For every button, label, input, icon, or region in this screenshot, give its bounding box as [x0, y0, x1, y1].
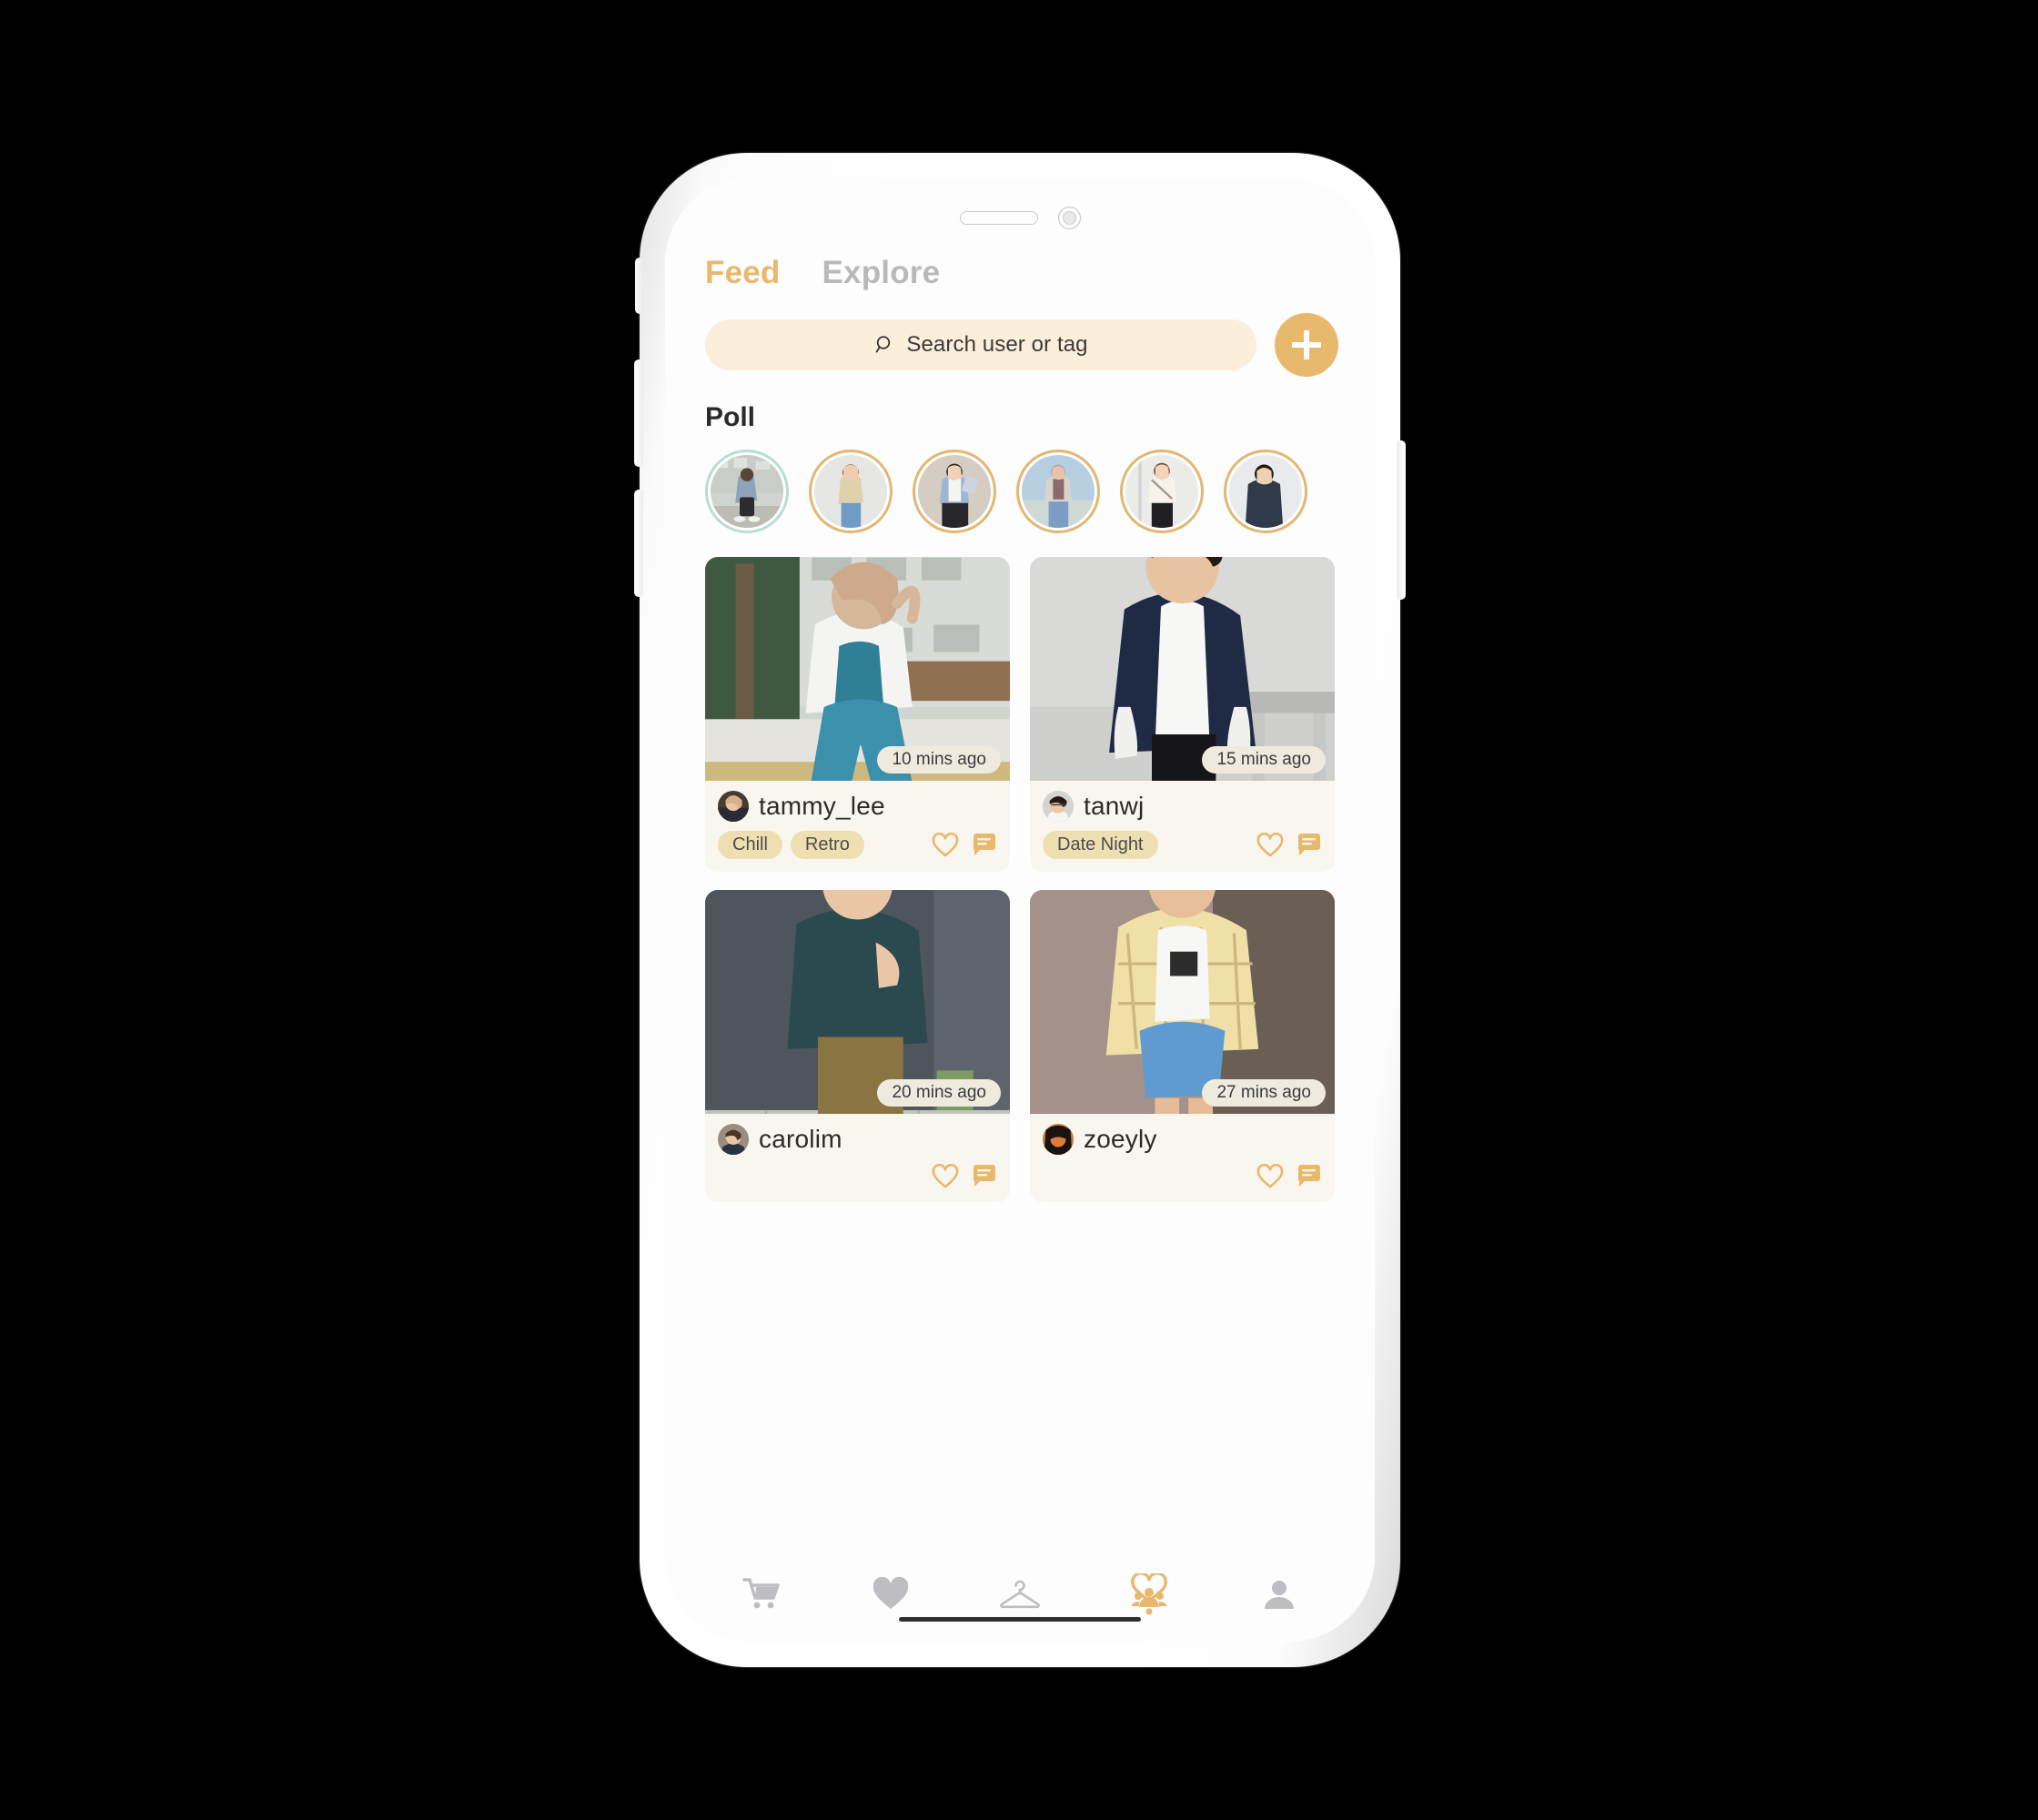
post-username: carolim	[759, 1125, 842, 1153]
nav-item-wardrobe[interactable]	[989, 1568, 1051, 1621]
post-timestamp: 10 mins ago	[877, 746, 1001, 774]
post-actions	[1256, 1164, 1322, 1189]
post-author[interactable]: zoeyly	[1030, 1114, 1335, 1155]
front-camera-icon	[1057, 206, 1081, 229]
search-placeholder-text: Search user or tag	[906, 332, 1088, 357]
post-author[interactable]: carolim	[705, 1114, 1010, 1155]
story-thumbnail	[1022, 455, 1095, 528]
story-own[interactable]	[705, 450, 789, 533]
post-footer	[1030, 1155, 1335, 1202]
poll-section-title: Poll	[705, 402, 756, 432]
post-timestamp: 27 mins ago	[1202, 1079, 1326, 1107]
search-row: Search user or tag	[665, 313, 1375, 377]
cart-icon	[742, 1578, 780, 1609]
avatar	[718, 1124, 749, 1155]
sensor-row	[665, 202, 1375, 233]
avatar	[1043, 791, 1074, 822]
comment-icon[interactable]	[972, 833, 997, 857]
story-thumbnail	[814, 455, 887, 528]
post-username: tanwj	[1084, 792, 1145, 820]
post-footer: Chill Retro	[705, 822, 1010, 872]
story-item[interactable]	[1224, 450, 1307, 533]
story-thumbnail	[918, 455, 991, 528]
avatar	[718, 791, 749, 822]
phone-screen: Feed Explore Search user or tag Poll 10 …	[665, 178, 1375, 1642]
poll-story-strip[interactable]	[665, 433, 1375, 533]
comment-icon[interactable]	[1296, 833, 1322, 857]
community-icon	[1131, 1573, 1168, 1615]
story-thumbnail	[1229, 455, 1302, 528]
search-input[interactable]: Search user or tag	[705, 319, 1256, 370]
story-item[interactable]	[1016, 450, 1100, 533]
avatar	[1043, 1124, 1074, 1155]
post-card[interactable]: 15 mins ago tanwj Date Night	[1030, 557, 1335, 872]
story-item[interactable]	[809, 450, 893, 533]
speaker-grille	[959, 210, 1038, 225]
comment-icon[interactable]	[972, 1165, 997, 1188]
post-card[interactable]: 10 mins ago tammy_lee Chill Retro	[705, 557, 1010, 872]
heart-outline-icon[interactable]	[932, 1164, 959, 1189]
screenshot-root: Feed Explore Search user or tag Poll 10 …	[0, 0, 2038, 1820]
silent-switch-button[interactable]	[635, 258, 643, 314]
heart-outline-icon[interactable]	[932, 832, 959, 858]
feed-grid: 10 mins ago tammy_lee Chill Retro 15 min…	[665, 533, 1375, 1554]
post-timestamp: 15 mins ago	[1202, 746, 1326, 774]
post-photo[interactable]: 15 mins ago	[1030, 557, 1335, 781]
comment-icon[interactable]	[1296, 1165, 1322, 1188]
nav-item-cart[interactable]	[730, 1568, 792, 1621]
post-card[interactable]: 20 mins ago carolim	[705, 890, 1010, 1202]
nav-item-community[interactable]	[1118, 1568, 1180, 1621]
profile-icon	[1264, 1581, 1294, 1609]
bottom-navigation-bar	[665, 1554, 1375, 1642]
top-tab-bar: Feed Explore	[665, 255, 1375, 291]
story-item[interactable]	[913, 450, 996, 533]
app-container: Feed Explore Search user or tag Poll 10 …	[665, 178, 1375, 1642]
tab-feed[interactable]: Feed	[705, 255, 781, 291]
heart-outline-icon[interactable]	[1256, 1164, 1284, 1189]
post-tag[interactable]: Retro	[790, 831, 864, 859]
home-indicator[interactable]	[899, 1617, 1141, 1622]
post-username: tammy_lee	[759, 792, 885, 820]
power-button[interactable]	[1397, 440, 1406, 600]
post-author[interactable]: tanwj	[1030, 781, 1335, 822]
post-actions	[932, 832, 997, 858]
add-post-button[interactable]	[1275, 313, 1338, 377]
volume-down-button[interactable]	[634, 490, 643, 597]
story-item[interactable]	[1120, 450, 1204, 533]
post-tag[interactable]: Chill	[718, 831, 782, 859]
plus-icon	[1292, 330, 1321, 359]
post-author[interactable]: tammy_lee	[705, 781, 1010, 822]
search-icon	[876, 336, 891, 353]
post-photo[interactable]: 20 mins ago	[705, 890, 1010, 1114]
volume-up-button[interactable]	[634, 359, 643, 467]
nav-item-favorites[interactable]	[860, 1568, 922, 1621]
post-actions	[932, 1164, 997, 1189]
post-footer: Date Night	[1030, 822, 1335, 872]
post-tag[interactable]: Date Night	[1043, 831, 1158, 859]
post-username: zoeyly	[1084, 1125, 1157, 1153]
post-timestamp: 20 mins ago	[877, 1079, 1001, 1107]
post-card[interactable]: 27 mins ago zoeyly	[1030, 890, 1335, 1202]
tab-explore[interactable]: Explore	[822, 255, 941, 291]
post-footer	[705, 1155, 1010, 1202]
post-photo[interactable]: 27 mins ago	[1030, 890, 1335, 1114]
heart-icon	[873, 1577, 908, 1609]
story-thumbnail	[1125, 455, 1198, 528]
phone-mockup: Feed Explore Search user or tag Poll 10 …	[634, 153, 1406, 1667]
hanger-icon	[1000, 1580, 1040, 1609]
post-actions	[1256, 832, 1322, 858]
story-thumbnail	[711, 455, 783, 528]
heart-outline-icon[interactable]	[1256, 832, 1284, 858]
nav-item-profile[interactable]	[1248, 1568, 1310, 1621]
post-photo[interactable]: 10 mins ago	[705, 557, 1010, 781]
